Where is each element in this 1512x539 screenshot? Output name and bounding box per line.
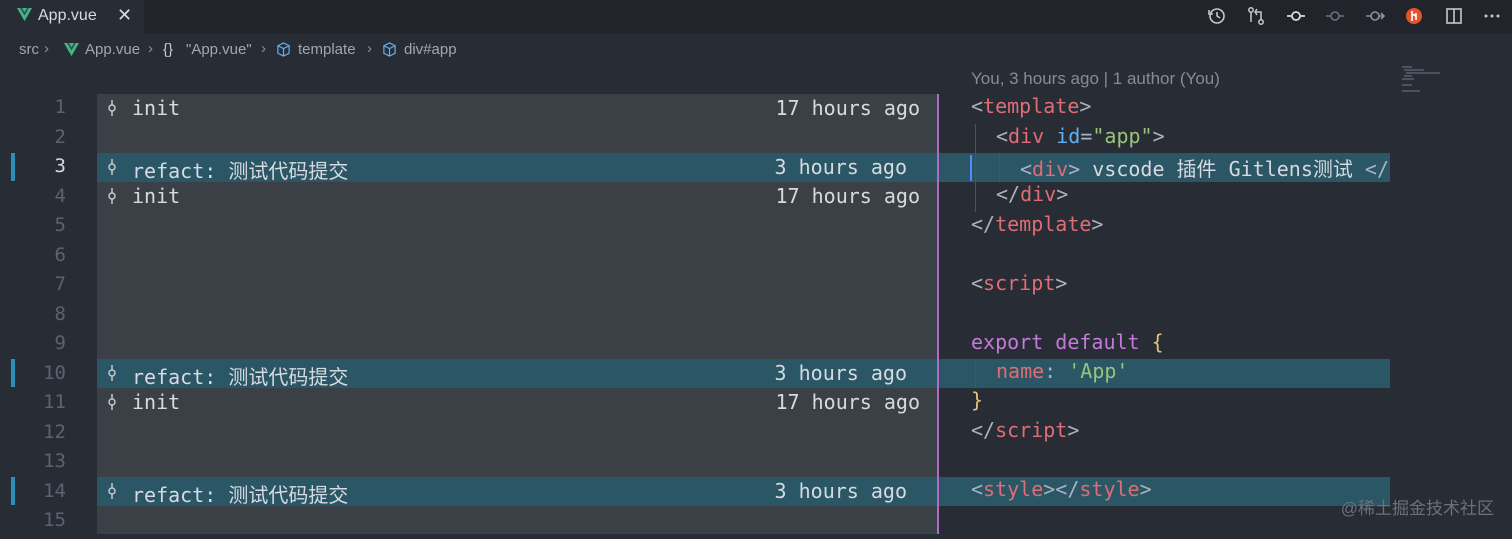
- minimap-line: [1402, 66, 1412, 68]
- code-line[interactable]: </script>: [971, 418, 1079, 442]
- blame-time: 3 hours ago: [774, 479, 907, 503]
- commit-icon: [108, 100, 116, 116]
- breadcrumb-item-template[interactable]: template: [298, 41, 356, 58]
- close-icon[interactable]: ✕: [117, 5, 132, 26]
- tab-app-vue[interactable]: App.vue ✕: [0, 0, 144, 34]
- blame-row[interactable]: init 17 hours ago: [97, 388, 937, 417]
- line-number: 2: [54, 126, 66, 148]
- commit-icon: [108, 394, 116, 410]
- more-actions-icon[interactable]: [1482, 6, 1502, 26]
- chevron-right-icon: ›: [367, 40, 372, 57]
- line-number: 8: [54, 303, 66, 325]
- watermark: @稀土掘金技术社区: [1340, 499, 1494, 518]
- commit-icon: [108, 188, 116, 204]
- gutter-change-marker: [11, 359, 15, 387]
- code-line[interactable]: <template>: [971, 94, 1091, 118]
- blame-time: 3 hours ago: [774, 361, 907, 385]
- minimap[interactable]: [1398, 66, 1512, 539]
- blame-message: refact: 测试代码提交: [132, 159, 349, 183]
- minimap-line: [1402, 78, 1414, 80]
- code-line[interactable]: <div> vscode 插件 Gitlens测试 </: [1020, 153, 1390, 182]
- tab-bar: App.vue ✕: [0, 0, 1512, 34]
- code-line[interactable]: <style></style>: [971, 477, 1152, 501]
- blame-message: init: [132, 96, 181, 120]
- line-number: 10: [43, 362, 66, 384]
- code-line[interactable]: export default {: [971, 330, 1164, 354]
- cube-icon: [277, 42, 290, 57]
- chevron-right-icon: ›: [261, 40, 266, 57]
- minimap-line: [1402, 90, 1420, 92]
- blame-row[interactable]: refact: 测试代码提交 3 hours ago: [97, 153, 937, 183]
- blame-row[interactable]: refact: 测试代码提交 3 hours ago: [97, 477, 937, 507]
- line-number: 6: [54, 244, 66, 266]
- line-number: 15: [43, 509, 66, 531]
- vue-file-icon: [64, 42, 79, 57]
- blame-message: refact: 测试代码提交: [132, 483, 349, 507]
- blame-row[interactable]: init 17 hours ago: [97, 182, 937, 211]
- previous-commit-icon[interactable]: [1325, 6, 1345, 26]
- line-number: 14: [43, 480, 66, 502]
- breadcrumb: src › App.vue › {} "App.vue" › template …: [0, 34, 1512, 66]
- breadcrumb-item-src[interactable]: src: [19, 41, 39, 58]
- tab-label: App.vue: [38, 7, 97, 24]
- minimap-line: [1404, 69, 1424, 71]
- codelens-blame[interactable]: You, 3 hours ago | 1 author (You): [971, 69, 1220, 89]
- code-line[interactable]: </div>: [996, 182, 1068, 206]
- blame-time: 17 hours ago: [775, 390, 921, 414]
- blame-time: 3 hours ago: [774, 155, 907, 179]
- vue-file-icon: [17, 7, 32, 22]
- chevron-right-icon: ›: [148, 40, 153, 57]
- breadcrumb-item-module[interactable]: "App.vue": [186, 41, 252, 58]
- compare-changes-icon[interactable]: [1246, 6, 1266, 26]
- indent-guide: [975, 124, 976, 212]
- commit-icon: [108, 159, 116, 175]
- blame-time: 17 hours ago: [775, 96, 921, 120]
- code-line[interactable]: }: [971, 388, 983, 412]
- braces-icon: {}: [163, 41, 174, 58]
- blame-time: 17 hours ago: [775, 184, 921, 208]
- line-number: 5: [54, 214, 66, 236]
- file-history-icon[interactable]: [1207, 6, 1227, 26]
- minimap-line: [1406, 72, 1440, 74]
- split-editor-icon[interactable]: [1444, 6, 1464, 26]
- code-line[interactable]: name: 'App': [996, 359, 1128, 383]
- cube-icon: [383, 42, 396, 57]
- blame-message: init: [132, 184, 181, 208]
- line-number: 13: [43, 450, 66, 472]
- indent-guide: [975, 359, 976, 388]
- commit-icon: [108, 483, 116, 499]
- line-number: 11: [43, 391, 66, 413]
- line-number: 12: [43, 421, 66, 443]
- blame-row[interactable]: init 17 hours ago: [97, 94, 937, 123]
- indent-guide: [999, 153, 1000, 182]
- breadcrumb-item-file[interactable]: App.vue: [85, 41, 140, 58]
- line-number: 1: [54, 96, 66, 118]
- line-number: 7: [54, 273, 66, 295]
- commit-icon[interactable]: [1286, 6, 1306, 26]
- code-line[interactable]: <script>: [971, 271, 1067, 295]
- blame-message: init: [132, 390, 181, 414]
- commit-icon: [108, 365, 116, 381]
- breadcrumb-item-div-app[interactable]: div#app: [404, 41, 457, 58]
- chevron-right-icon: ›: [44, 40, 49, 57]
- gutter-change-marker: [11, 477, 15, 505]
- blame-row[interactable]: refact: 测试代码提交 3 hours ago: [97, 359, 937, 389]
- line-number: 3: [54, 155, 66, 177]
- line-number: 9: [54, 332, 66, 354]
- editor[interactable]: You, 3 hours ago | 1 author (You) 1 2 3 …: [0, 66, 1512, 539]
- minimap-line: [1402, 84, 1412, 86]
- gutter-change-marker: [11, 153, 15, 181]
- blame-message: refact: 测试代码提交: [132, 365, 349, 389]
- code-line[interactable]: </template>: [971, 212, 1103, 236]
- minimap-line: [1404, 75, 1412, 77]
- cursor: [970, 155, 972, 181]
- next-commit-icon[interactable]: [1365, 6, 1386, 26]
- line-number: 4: [54, 185, 66, 207]
- code-line[interactable]: <div id="app">: [996, 124, 1165, 148]
- gitlens-icon[interactable]: [1404, 6, 1424, 26]
